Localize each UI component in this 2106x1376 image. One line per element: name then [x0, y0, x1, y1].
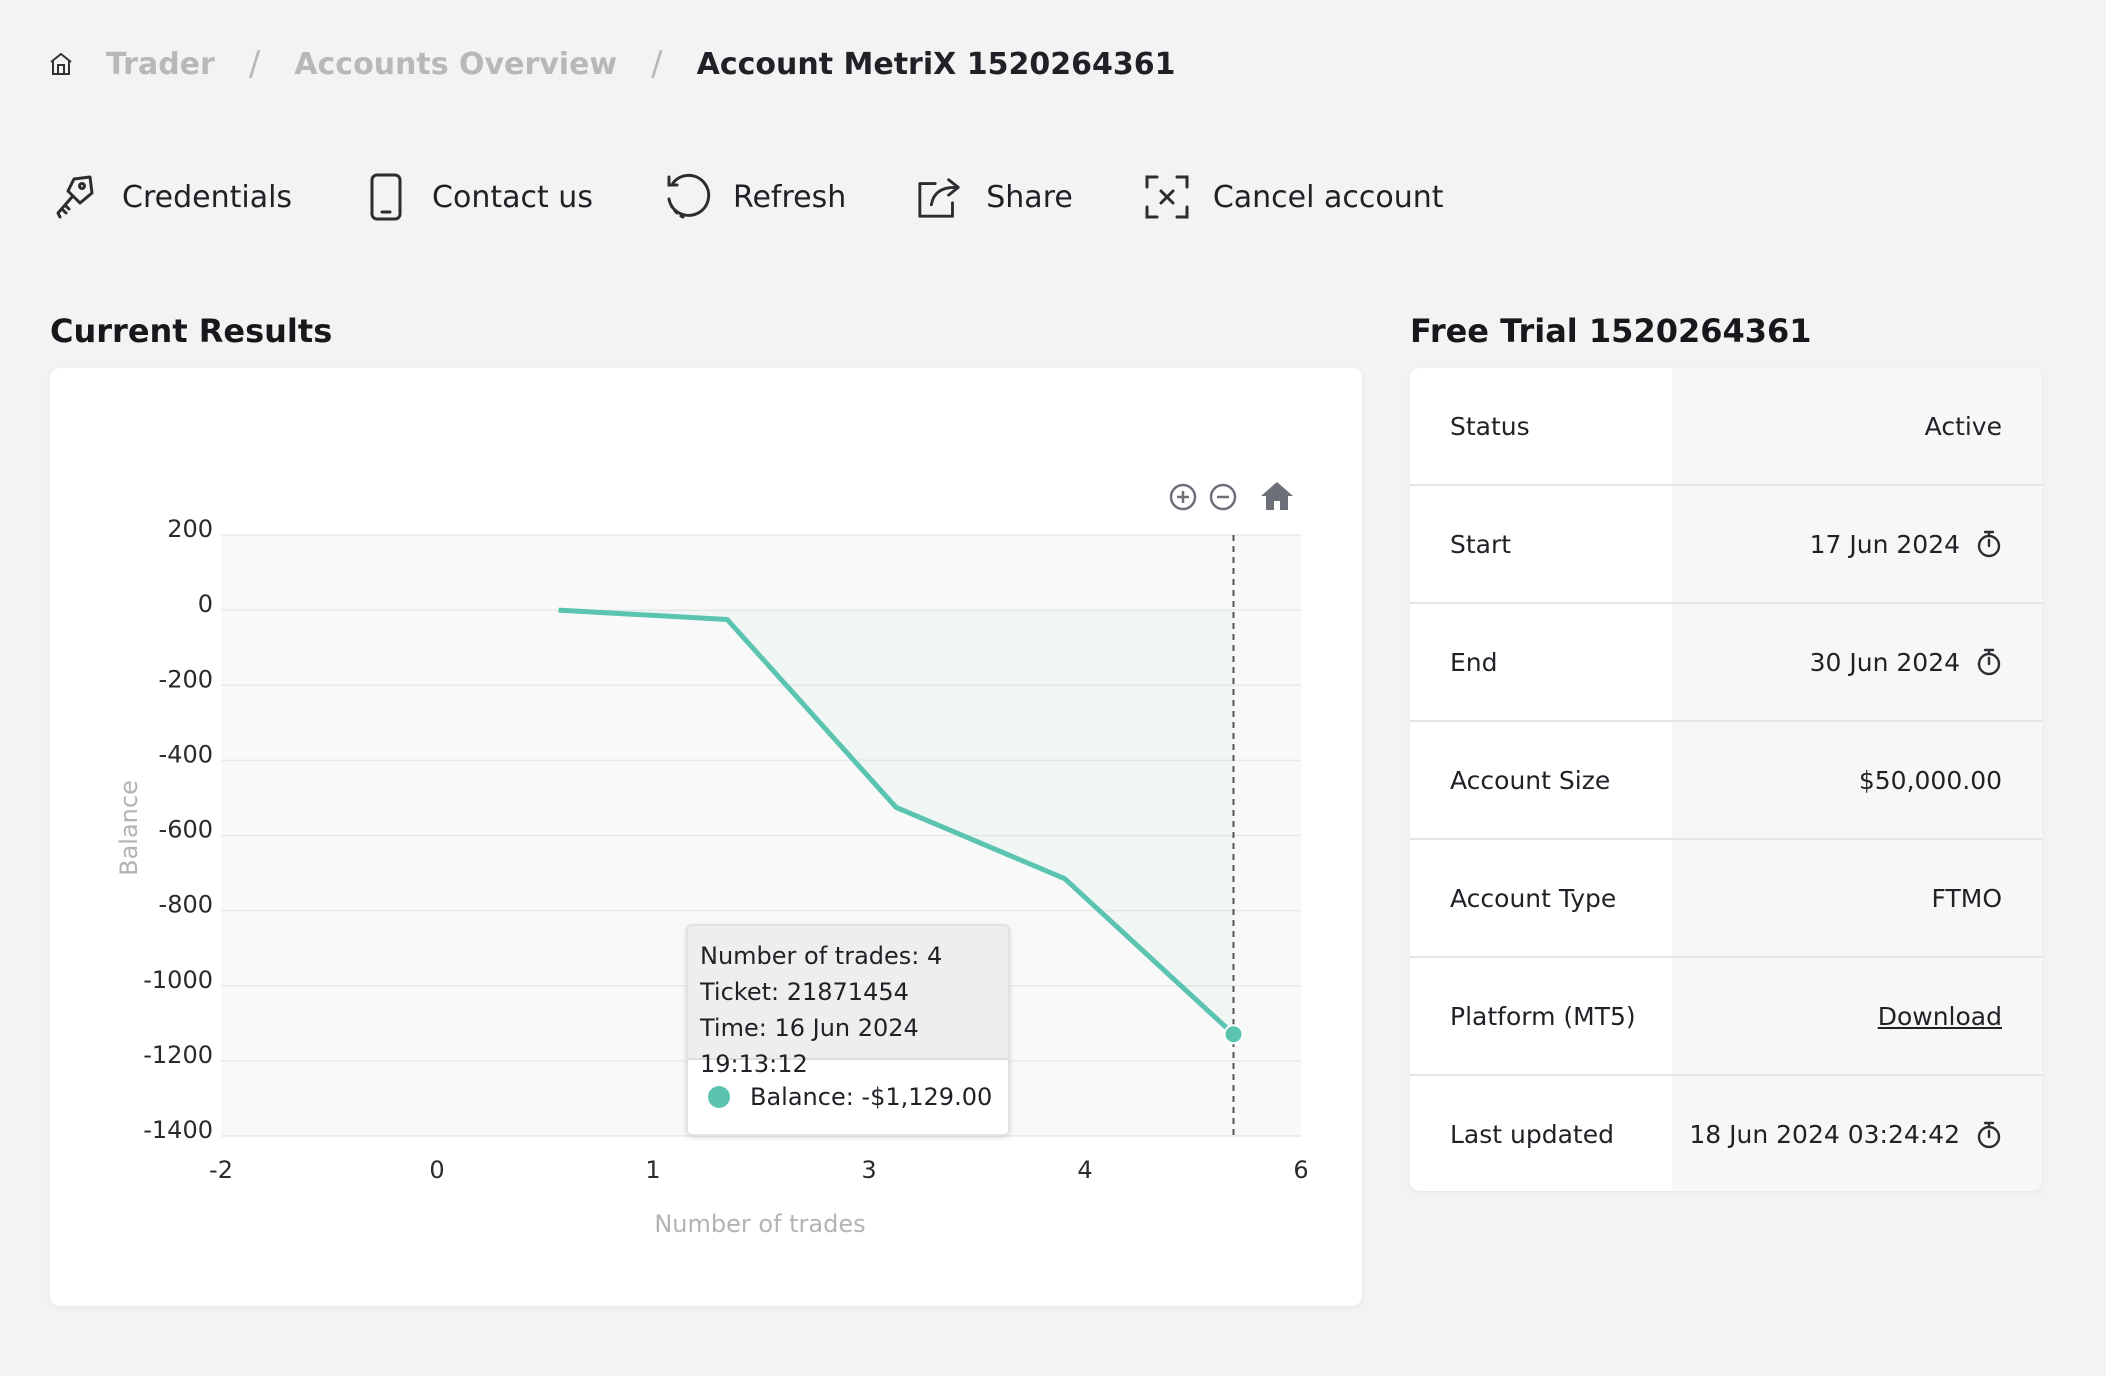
hovered-data-point[interactable]	[1223, 1024, 1244, 1045]
home-icon[interactable]	[48, 50, 76, 78]
info-row-last-updated: Last updated 18 Jun 2024 03:24:42	[1410, 1076, 2042, 1191]
share-icon	[916, 171, 964, 223]
info-row-account-size: Account Size $50,000.00	[1410, 722, 2042, 840]
y-tick-label: -1200	[143, 1041, 213, 1069]
key-icon	[52, 171, 100, 223]
start-value: 17 Jun 2024	[1809, 529, 1960, 559]
status-label: Status	[1410, 368, 1672, 484]
chart-tooltip: Number of trades: 4 Ticket: 21871454 Tim…	[686, 924, 1010, 1136]
x-axis-title: Number of trades	[654, 1210, 865, 1238]
cancel-account-button[interactable]: Cancel account	[1143, 171, 1444, 223]
balance-chart[interactable]: 200 0 -200 -400 -600 -800 -1000 -1200 -1400 -2 0 1…	[50, 368, 1362, 1306]
stopwatch-icon	[1976, 648, 2002, 676]
cancel-icon	[1143, 171, 1191, 223]
info-row-start: Start 17 Jun 2024	[1410, 486, 2042, 604]
contact-us-label: Contact us	[432, 179, 593, 215]
contact-us-button[interactable]: Contact us	[362, 171, 593, 223]
share-button[interactable]: Share	[916, 171, 1073, 223]
y-tick-label: -200	[159, 665, 213, 693]
y-tick-label: -600	[159, 816, 213, 844]
current-results-title: Current Results	[50, 312, 333, 350]
x-tick-label: 0	[429, 1156, 444, 1184]
last-updated-value: 18 Jun 2024 03:24:42	[1689, 1120, 1960, 1149]
tooltip-trades: Number of trades: 4	[700, 942, 943, 970]
x-tick-label: 1	[645, 1156, 660, 1184]
credentials-label: Credentials	[122, 179, 293, 215]
refresh-icon	[663, 171, 711, 223]
info-row-status: Status Active	[1410, 368, 2042, 486]
y-tick-label: 200	[167, 515, 213, 543]
account-size-value: $50,000.00	[1858, 765, 2002, 795]
stopwatch-icon	[1976, 530, 2002, 558]
account-type-label: Account Type	[1410, 840, 1672, 956]
y-tick-label: -800	[159, 891, 213, 919]
phone-icon	[362, 171, 410, 223]
breadcrumb-trader[interactable]: Trader	[106, 47, 215, 82]
breadcrumb-current: Account MetriX 1520264361	[696, 46, 1176, 82]
tooltip-balance: Balance: -$1,129.00	[750, 1083, 993, 1111]
account-title: Free Trial 1520264361	[1410, 312, 1812, 350]
y-axis-title: Balance	[115, 780, 143, 876]
y-tick-label: 0	[198, 590, 213, 618]
breadcrumb-separator: /	[651, 44, 663, 84]
x-tick-label: -2	[209, 1156, 233, 1184]
y-tick-label: -1000	[143, 966, 213, 994]
x-tick-label: 6	[1293, 1156, 1308, 1184]
cancel-account-label: Cancel account	[1212, 179, 1444, 215]
share-label: Share	[986, 179, 1073, 215]
info-row-platform: Platform (MT5) Download	[1410, 958, 2042, 1076]
stopwatch-icon	[1976, 1121, 2002, 1149]
action-toolbar: Credentials Contact us Refresh Share Can…	[52, 170, 1514, 224]
info-row-end: End 30 Jun 2024	[1410, 604, 2042, 722]
y-tick-label: -400	[159, 740, 213, 768]
account-info-card: Status Active Start 17 Jun 2024 End 30 J…	[1410, 368, 2042, 1191]
account-size-label: Account Size	[1410, 722, 1672, 838]
platform-download-link[interactable]: Download	[1878, 1002, 2002, 1031]
refresh-label: Refresh	[732, 179, 847, 215]
platform-label: Platform (MT5)	[1410, 958, 1672, 1074]
refresh-button[interactable]: Refresh	[663, 171, 846, 223]
info-row-account-type: Account Type FTMO	[1410, 840, 2042, 958]
end-value: 30 Jun 2024	[1809, 647, 1960, 677]
x-tick-label: 3	[861, 1156, 876, 1184]
end-label: End	[1410, 604, 1672, 720]
breadcrumb-separator: /	[248, 44, 261, 84]
account-type-value: FTMO	[1931, 883, 2002, 913]
y-tick-label: -1400	[143, 1116, 213, 1144]
breadcrumb-accounts-overview[interactable]: Accounts Overview	[294, 47, 617, 82]
start-label: Start	[1410, 486, 1672, 602]
x-tick-label: 4	[1077, 1156, 1092, 1184]
last-updated-label: Last updated	[1410, 1076, 1672, 1191]
series-color-dot	[708, 1086, 730, 1108]
credentials-button[interactable]: Credentials	[52, 171, 292, 223]
breadcrumb: Trader / Accounts Overview / Account Met…	[48, 44, 1175, 84]
chart-card: 200 0 -200 -400 -600 -800 -1000 -1200 -1400 -2 0 1…	[50, 368, 1362, 1306]
tooltip-ticket: Ticket: 21871454	[700, 978, 909, 1006]
status-value: Active	[1924, 411, 2002, 441]
